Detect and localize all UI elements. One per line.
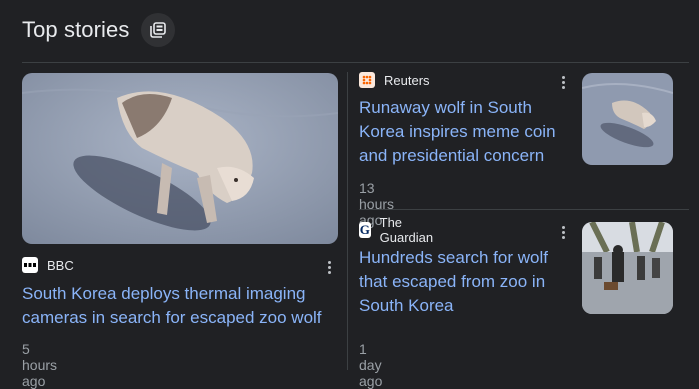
kebab-dot (561, 230, 565, 234)
stacked-news-icon (150, 22, 167, 38)
source-row: Reuters (359, 71, 430, 89)
more-options-button[interactable] (555, 72, 571, 92)
source-row: G The Guardian (359, 215, 437, 245)
kebab-dot (327, 270, 331, 274)
section-header: Top stories (22, 13, 176, 47)
source-name: The Guardian (379, 215, 434, 245)
search-party-thumbnail[interactable] (582, 222, 673, 314)
source-row: BBC (22, 256, 74, 274)
wolf-thumbnail[interactable] (582, 73, 673, 165)
bbc-logo-icon (22, 257, 38, 273)
kebab-dot (561, 80, 565, 84)
story-divider (359, 209, 689, 210)
reuters-logo-icon (359, 72, 375, 88)
kebab-dot (327, 260, 331, 264)
kebab-dot (561, 225, 565, 229)
story-time: 5 hours ago (22, 341, 58, 389)
source-name: BBC (47, 257, 74, 273)
story-headline[interactable]: Runaway wolf in South Korea inspires mem… (359, 96, 571, 168)
source-name: Reuters (384, 72, 430, 88)
kebab-dot (561, 85, 565, 89)
more-stories-button[interactable] (141, 13, 176, 47)
more-options-button[interactable] (555, 222, 571, 242)
thermal-wolf-photo[interactable] (22, 73, 338, 244)
kebab-dot (561, 235, 565, 239)
more-options-button[interactable] (321, 257, 337, 277)
kebab-dot (561, 75, 565, 79)
guardian-logo-icon: G (359, 222, 371, 238)
section-divider (22, 62, 689, 63)
story-headline[interactable]: South Korea deploys thermal imaging came… (22, 282, 332, 330)
story-time: 1 day ago (359, 341, 383, 389)
kebab-dot (327, 265, 331, 269)
section-title: Top stories (22, 17, 130, 42)
column-divider (347, 72, 348, 370)
story-headline[interactable]: Hundreds search for wolf that escaped fr… (359, 246, 571, 318)
